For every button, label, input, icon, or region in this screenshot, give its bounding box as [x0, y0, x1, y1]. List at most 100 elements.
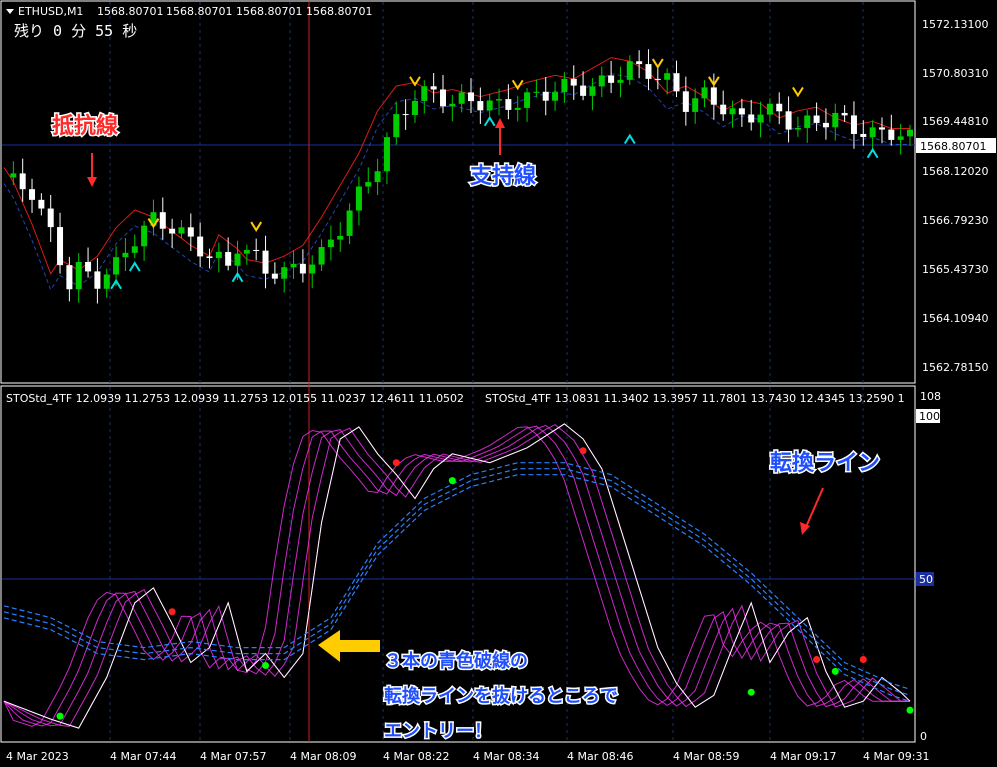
candle-body [122, 252, 129, 258]
candle-body [113, 257, 120, 275]
time-axis[interactable]: 4 Mar 2023 4 Mar 07:44 4 Mar 07:57 4 Mar… [6, 750, 929, 763]
price-tick: 1570.80310 [922, 67, 988, 80]
price-tick: 1564.10940 [922, 312, 988, 325]
candle-body [748, 114, 755, 123]
candle-body [85, 261, 92, 272]
candle-body [570, 78, 577, 86]
candle-body [533, 91, 540, 93]
candle-body [692, 98, 699, 112]
candle-body [19, 173, 26, 190]
candle-body [290, 263, 297, 268]
ohlc-close: 1568.80701 [306, 5, 372, 18]
osc-level-100: 100 [919, 410, 940, 423]
candle-body [496, 99, 503, 101]
oscillator-values-right: STOStd_4TF 13.0831 11.3402 13.3957 11.78… [485, 392, 905, 405]
candle-body [598, 75, 605, 87]
candle-body [888, 129, 895, 140]
candle-body [524, 92, 531, 108]
trading-chart[interactable]: ETHUSD,M1 1568.80701 1568.80701 1568.807… [0, 0, 997, 767]
ohlc-high: 1568.80701 [166, 5, 232, 18]
entry-note-line3: エントリー！ [384, 721, 492, 742]
candle-body [458, 92, 465, 104]
candle-body [682, 91, 689, 112]
osc-tick-top: 108 [920, 390, 941, 403]
oscillator-axis[interactable]: 108 100 50 0 [916, 390, 941, 743]
price-tick: 1569.44810 [922, 115, 988, 128]
candle-body [178, 227, 185, 234]
signal-dot [392, 459, 400, 467]
osc-level-50: 50 [919, 573, 933, 586]
candle-body [832, 112, 839, 128]
candle-body [776, 103, 783, 112]
candle-body [468, 92, 475, 102]
candle-body [346, 210, 353, 236]
time-tick: 4 Mar 08:34 [473, 750, 539, 763]
entry-note-line1: ３本の青色破線の [384, 650, 528, 672]
candle-body [552, 92, 559, 101]
candle-body [645, 64, 652, 79]
time-tick: 4 Mar 09:17 [770, 750, 836, 763]
candle-body [355, 186, 362, 211]
candle-body [66, 265, 73, 290]
time-tick: 4 Mar 07:44 [110, 750, 176, 763]
candle-body [225, 252, 232, 266]
candle-body [411, 100, 418, 115]
time-tick: 4 Mar 08:22 [383, 750, 449, 763]
candle-body [486, 100, 493, 111]
candle-body [729, 108, 736, 115]
candle-body [580, 85, 587, 96]
time-tick: 4 Mar 2023 [6, 750, 69, 763]
candle-body [804, 115, 811, 128]
candle-body [589, 86, 596, 96]
signal-dot [859, 655, 867, 663]
candle-body [234, 253, 241, 266]
candle-body [337, 235, 344, 240]
time-tick: 4 Mar 08:46 [567, 750, 633, 763]
osc-level-0: 0 [920, 730, 927, 743]
time-tick: 4 Mar 09:31 [863, 750, 929, 763]
candle-body [430, 86, 437, 90]
price-tick: 1568.12020 [922, 165, 988, 178]
candle-body [617, 79, 624, 83]
candle-body [159, 212, 166, 229]
candle-body [785, 111, 792, 130]
candle-body [738, 108, 745, 115]
candle-body [47, 208, 54, 228]
candle-body [383, 137, 390, 172]
candle-body [673, 73, 680, 92]
symbol-label: ETHUSD,M1 [18, 5, 83, 18]
candle-body [29, 189, 36, 200]
candle-body [57, 227, 64, 266]
candle-body [860, 133, 867, 137]
signal-dot [906, 706, 914, 714]
candle-body [850, 115, 857, 134]
candle-body [869, 127, 876, 137]
candle-body [766, 103, 773, 115]
candle-body [94, 271, 101, 289]
candle-body [374, 171, 381, 183]
signal-dot [168, 608, 176, 616]
price-axis[interactable]: 1572.13100 1570.80310 1569.44810 1568.12… [916, 18, 996, 374]
time-tick: 4 Mar 08:59 [673, 750, 739, 763]
signal-dot [813, 655, 821, 663]
candle-body [897, 136, 904, 140]
candle-body [813, 115, 820, 123]
signal-dot [262, 661, 270, 669]
candle-body [907, 129, 913, 137]
candle-body [561, 78, 568, 93]
candle-body [878, 127, 885, 130]
candle-body [542, 91, 549, 101]
candle-body [664, 73, 671, 80]
candle-body [654, 78, 661, 80]
turning-line-annotation: 転換ライン [770, 450, 880, 476]
candle-body [514, 107, 521, 110]
candle-body [187, 227, 194, 237]
candle-body [477, 101, 484, 111]
candle-body [439, 89, 446, 107]
candle-body [327, 239, 334, 248]
candle-body [131, 246, 138, 253]
price-tick: 1565.43730 [922, 263, 988, 276]
candle-body [271, 273, 278, 279]
candle-body [281, 267, 288, 279]
resistance-annotation: 抵抗線 [52, 113, 118, 139]
